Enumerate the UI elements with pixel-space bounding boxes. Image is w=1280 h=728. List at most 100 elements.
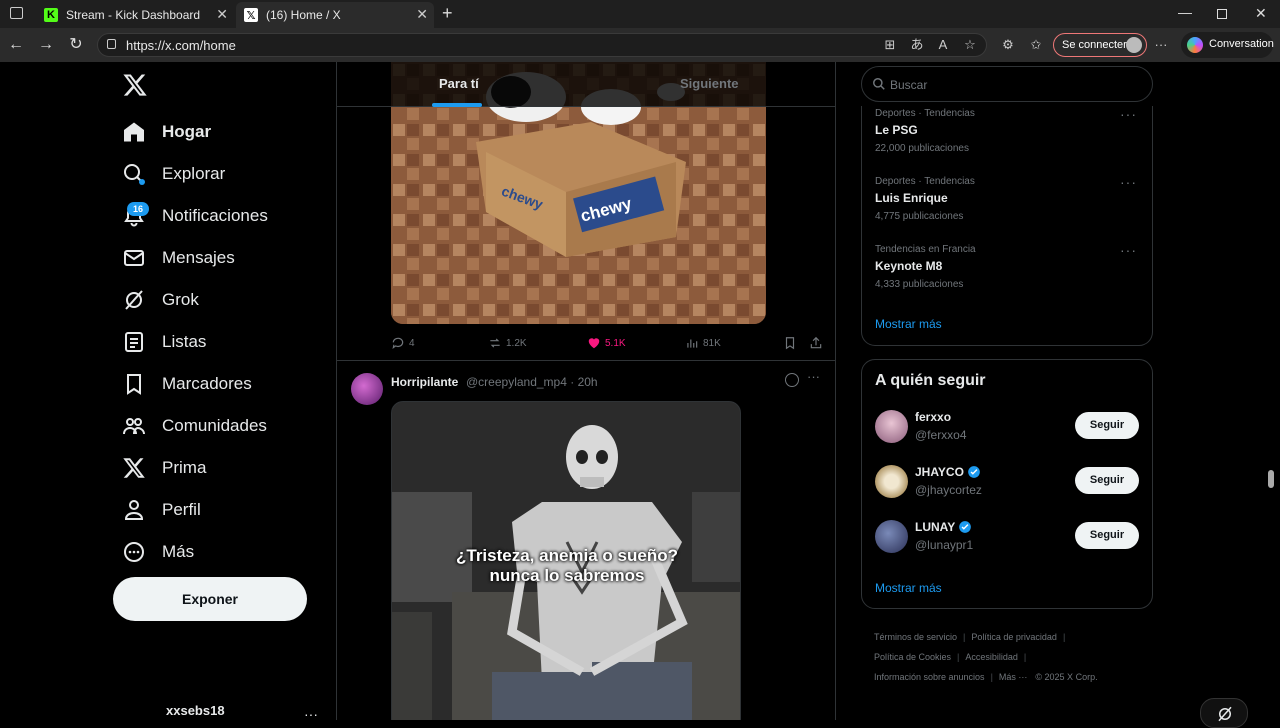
reload-icon[interactable]: ↻ [66,35,86,55]
trend-count: 22,000 publicaciones [875,143,969,154]
nav-label: Mensajes [162,248,235,267]
tweet-author-name[interactable]: Horripilante [391,375,458,389]
tweet-author-handle[interactable]: @creepyland_mp4 · 20h [466,375,598,389]
nav-item-home[interactable]: Hogar [122,114,211,150]
tab-title: (16) Home / X [266,8,341,22]
footer-link-more[interactable]: Más ··· [999,672,1028,682]
close-window-icon[interactable]: ✕ [1255,5,1267,22]
avatar[interactable] [875,520,908,553]
browser-tab-bar: K Stream - Kick Dashboard ✕ 𝕏 (16) Home … [0,0,1280,28]
browser-tab-kick[interactable]: K Stream - Kick Dashboard ✕ [36,2,234,28]
account-username[interactable]: xxsebs18 [166,703,225,718]
nav-label: Comunidades [162,416,267,435]
trend-more-icon[interactable]: ··· [1120,106,1137,122]
person-icon [124,500,144,520]
search-input[interactable]: Buscar [861,66,1153,102]
follow-button[interactable]: Seguir [1075,467,1139,494]
apps-icon[interactable]: ⊞ [881,36,899,54]
nav-item-messages[interactable]: Mensajes [122,240,235,276]
grok-tweet-icon[interactable] [785,373,799,387]
avatar[interactable] [875,410,908,443]
nav-item-communities[interactable]: Comunidades [122,408,267,444]
trend-more-icon[interactable]: ··· [1120,242,1137,258]
avatar[interactable] [351,373,383,405]
nav-item-premium[interactable]: Prima [122,450,206,486]
tab-following[interactable]: Siguiente [680,76,739,91]
restore-icon[interactable] [1217,9,1227,19]
avatar[interactable] [875,465,908,498]
lock-icon [107,39,116,49]
back-icon[interactable]: ← [6,35,26,55]
trend-item[interactable]: Deportes · Tendencias Luis Enrique 4,775… [875,174,1145,236]
trend-item[interactable]: Tendencias en Francia Keynote M8 4,333 p… [875,242,1145,304]
translate-icon[interactable]: あ [908,36,926,54]
tweet[interactable]: Horripilante @creepyland_mp4 · 20h ··· ¿… [337,360,835,720]
suggestion-name-text: JHAYCO [915,465,964,479]
nav-item-grok[interactable]: Grok [122,282,199,318]
suggestion-handle: @jhaycortez [915,483,982,497]
footer-link-privacy[interactable]: Política de privacidad [971,632,1057,642]
follow-button[interactable]: Seguir [1075,522,1139,549]
copilot-icon [1187,37,1203,53]
reply-button[interactable]: 4 [391,336,415,350]
close-tab-icon[interactable]: ✕ [216,6,228,23]
grok-floating-button[interactable] [1200,698,1248,728]
footer-link-terms[interactable]: Términos de servicio [874,632,957,642]
copilot-button[interactable]: Conversation [1181,32,1274,58]
tab-actions-icon[interactable] [10,7,23,19]
new-tab-button[interactable]: + [442,3,453,24]
grok-icon [125,290,143,310]
tab-title: Stream - Kick Dashboard [66,8,201,22]
tab-for-you[interactable]: Para tí [439,76,479,91]
footer-link-ads[interactable]: Información sobre anuncios [874,672,985,682]
retweet-button[interactable]: 1.2K [488,336,527,350]
follow-suggestion[interactable]: JHAYCO @jhaycortez Seguir [875,465,1145,505]
trend-count: 4,775 publicaciones [875,211,964,222]
follow-button[interactable]: Seguir [1075,412,1139,439]
nav-item-bookmarks[interactable]: Marcadores [122,366,252,402]
bookmark-button[interactable] [783,336,801,350]
trend-item[interactable]: Deportes · Tendencias Le PSG 22,000 publ… [875,106,1145,168]
like-button[interactable]: 5.1K [587,336,626,350]
post-button[interactable]: Exponer [113,577,307,621]
x-icon: 𝕏 [244,8,258,22]
verified-badge-icon [959,521,972,533]
tweet-media-skeleton[interactable]: ¿Tristeza, anemia o sueño? nunca lo sabr… [391,401,741,720]
page-scrollbar[interactable] [1266,62,1276,720]
caption-line: nunca lo sabremos [489,566,645,585]
tweet-more-icon[interactable]: ··· [807,369,820,384]
trends-panel: Deportes · Tendencias Le PSG 22,000 publ… [861,106,1153,346]
nav-item-lists[interactable]: Listas [122,324,206,360]
nav-item-more[interactable]: Más [122,534,194,570]
sign-in-button[interactable]: Se connecter [1053,33,1147,57]
nav-item-explore[interactable]: Explorar [122,156,225,192]
forward-icon[interactable]: → [36,35,56,55]
more-menu-icon[interactable]: ··· [1152,36,1170,54]
share-button[interactable] [809,336,827,350]
trends-show-more-link[interactable]: Mostrar más [875,317,942,331]
minimize-icon[interactable]: — [1178,4,1192,20]
footer-link-cookies[interactable]: Política de Cookies [874,652,951,662]
footer-link-accessibility[interactable]: Accesibilidad [965,652,1018,662]
home-timeline: Para tí Siguiente chewy chewy 4 1.2K 5.1… [336,62,836,720]
trend-more-icon[interactable]: ··· [1120,174,1137,190]
x-logo-icon[interactable] [122,72,148,103]
favorites-icon[interactable]: ✩ [1027,36,1045,54]
trend-count: 4,333 publicaciones [875,279,964,290]
follow-suggestion[interactable]: ferxxo @ferxxo4 Seguir [875,410,1145,450]
nav-item-profile[interactable]: Perfil [122,492,201,528]
extensions-icon[interactable]: ⚙ [999,36,1017,54]
address-bar[interactable]: https://x.com/home [97,33,987,57]
nav-label: Grok [162,290,199,309]
views-button[interactable]: 81K [685,336,721,350]
follow-show-more-link[interactable]: Mostrar más [875,581,942,595]
favorite-star-icon[interactable]: ☆ [961,36,979,54]
retweet-count: 1.2K [506,337,527,349]
follow-suggestion[interactable]: LUNAY @lunaypr1 Seguir [875,520,1145,560]
browser-tab-x[interactable]: 𝕏 (16) Home / X ✕ [236,2,434,28]
read-aloud-icon[interactable]: A [934,36,952,54]
close-tab-icon[interactable]: ✕ [416,6,428,23]
trend-context: Deportes · Tendencias [875,108,975,119]
suggestion-name-text: ferxxo [915,410,952,424]
scrollbar-thumb[interactable] [1268,470,1274,488]
